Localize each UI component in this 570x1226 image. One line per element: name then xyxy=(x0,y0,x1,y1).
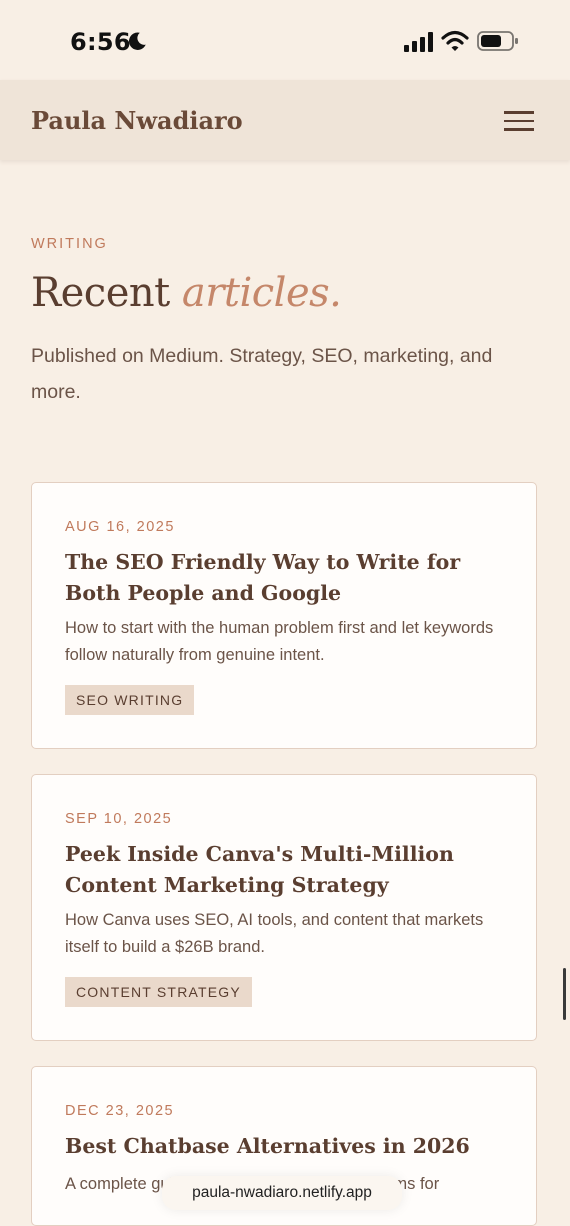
moon-icon xyxy=(129,32,146,50)
battery-icon xyxy=(477,31,518,51)
article-date: AUG 16, 2025 xyxy=(65,519,175,535)
hamburger-menu-icon[interactable] xyxy=(500,105,538,137)
section-eyebrow: WRITING xyxy=(31,236,108,252)
article-card[interactable]: AUG 16, 2025 The SEO Friendly Way to Wri… xyxy=(31,482,537,749)
wifi-icon xyxy=(441,30,469,51)
site-header: Paula Nwadiaro xyxy=(0,80,570,160)
site-title[interactable]: Paula Nwadiaro xyxy=(31,106,243,135)
article-description: How to start with the human problem firs… xyxy=(65,619,494,664)
article-title[interactable]: Best Chatbase Alternatives in 2026 xyxy=(65,1131,510,1162)
article-title[interactable]: The SEO Friendly Way to Write for Both P… xyxy=(65,547,510,609)
article-description: How Canva uses SEO, AI tools, and conten… xyxy=(65,911,484,956)
section-intro: Published on Medium. Strategy, SEO, mark… xyxy=(31,345,493,403)
cellular-signal-icon xyxy=(404,32,433,52)
status-time: 6:56 xyxy=(70,28,131,56)
page-title-accent: articles. xyxy=(181,270,342,316)
article-tag: SEO WRITING xyxy=(65,685,195,715)
article-date: SEP 10, 2025 xyxy=(65,811,173,827)
article-tag: CONTENT STRATEGY xyxy=(65,977,252,1007)
browser-url-bar[interactable]: paula-nwadiaro.netlify.app xyxy=(162,1176,402,1210)
page-title: Recent articles. xyxy=(31,270,342,316)
article-card[interactable]: SEP 10, 2025 Peek Inside Canva's Multi-M… xyxy=(31,774,537,1041)
status-bar: 6:56 xyxy=(0,0,570,80)
scrollbar-thumb[interactable] xyxy=(563,968,566,1020)
article-date: DEC 23, 2025 xyxy=(65,1103,175,1119)
page-title-main: Recent xyxy=(31,270,170,316)
article-title[interactable]: Peek Inside Canva's Multi-Million Conten… xyxy=(65,839,510,901)
